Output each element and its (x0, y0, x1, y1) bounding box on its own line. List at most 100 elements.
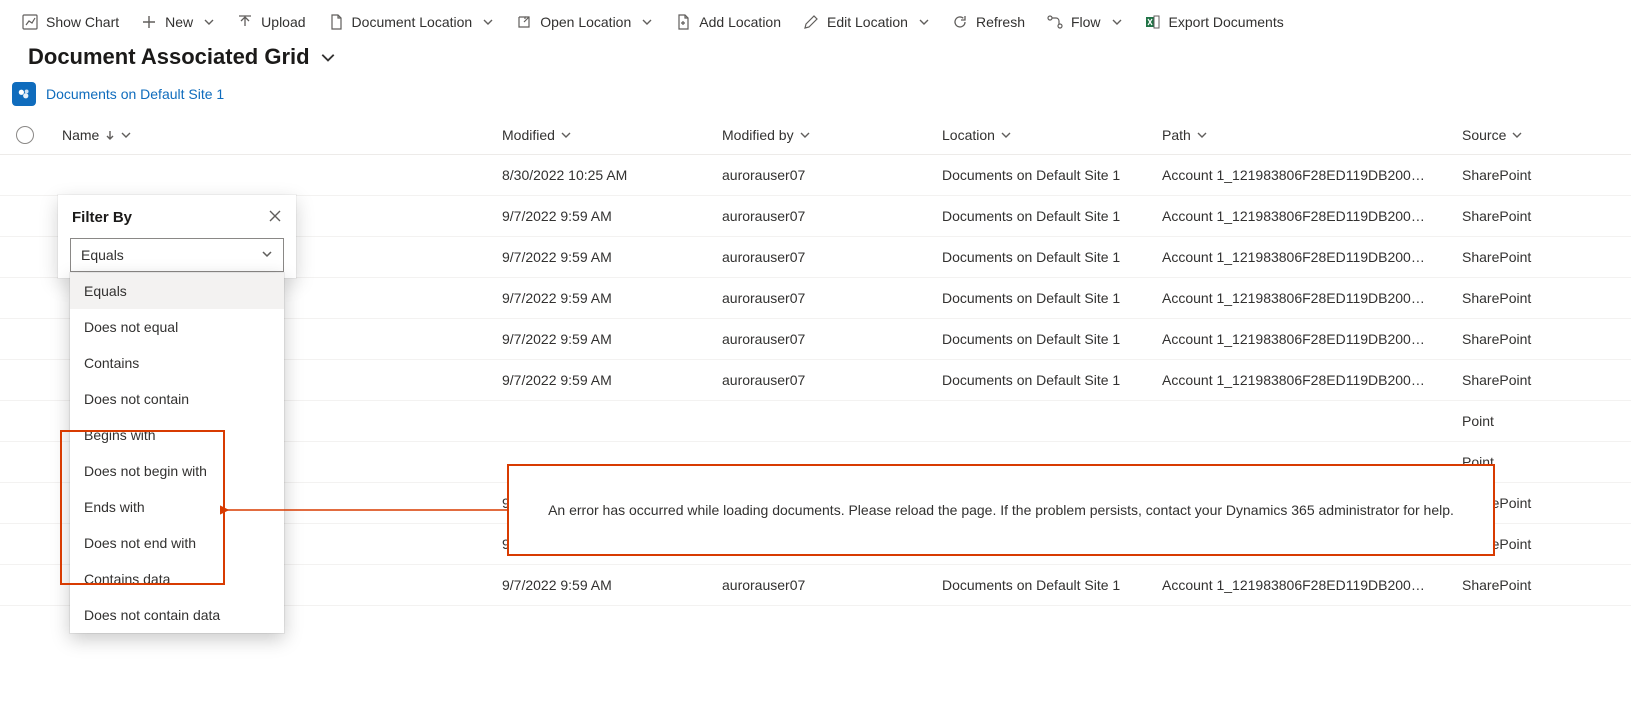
filter-option[interactable]: Ends with (70, 489, 284, 525)
filter-option[interactable]: Does not end with (70, 525, 284, 561)
export-documents-button[interactable]: Export Documents (1143, 10, 1286, 34)
select-all[interactable] (12, 126, 62, 144)
open-location-label: Open Location (540, 14, 631, 30)
chevron-down-icon (1197, 130, 1207, 140)
document-location-label: Document Location (352, 14, 473, 30)
table-row[interactable]: 8/30/2022 10:25 AMaurorauser07Documents … (0, 155, 1631, 196)
modified-cell: 9/7/2022 9:59 AM (502, 249, 722, 265)
pencil-icon (803, 14, 819, 30)
modified_by-cell: aurorauser07 (722, 167, 942, 183)
path-cell: Account 1_121983806F28ED119DB200… (1162, 372, 1462, 388)
chevron-down-icon (641, 16, 653, 28)
plus-icon (141, 14, 157, 30)
upload-button[interactable]: Upload (235, 10, 307, 34)
source-cell: SharePoint (1462, 167, 1582, 183)
filter-option[interactable]: Contains (70, 345, 284, 381)
flow-label: Flow (1071, 14, 1101, 30)
chevron-down-icon (320, 49, 336, 65)
modified_by-cell: aurorauser07 (722, 577, 942, 593)
refresh-button[interactable]: Refresh (950, 10, 1027, 34)
excel-icon (1145, 14, 1161, 30)
modified_by-cell: aurorauser07 (722, 249, 942, 265)
show-chart-button[interactable]: Show Chart (20, 10, 121, 34)
filter-option[interactable]: Does not contain data (70, 597, 284, 633)
path-cell: Account 1_121983806F28ED119DB200… (1162, 577, 1462, 593)
chevron-down-icon (800, 130, 810, 140)
filter-option[interactable]: Does not begin with (70, 453, 284, 489)
new-button[interactable]: New (139, 10, 217, 34)
path-cell: Account 1_121983806F28ED119DB200… (1162, 167, 1462, 183)
add-document-icon (675, 14, 691, 30)
filter-option[interactable]: Begins with (70, 417, 284, 453)
chevron-down-icon (482, 16, 494, 28)
filter-options-dropdown: EqualsDoes not equalContainsDoes not con… (70, 273, 284, 633)
column-label: Modified by (722, 127, 794, 143)
show-chart-label: Show Chart (46, 14, 119, 30)
filter-operator-select[interactable]: Equals (70, 238, 284, 272)
new-label: New (165, 14, 193, 30)
chevron-down-icon (561, 130, 571, 140)
add-location-label: Add Location (699, 14, 781, 30)
filter-title: Filter By (72, 209, 132, 226)
column-header-modified[interactable]: Modified (502, 127, 722, 143)
document-location-button[interactable]: Document Location (326, 10, 497, 34)
location-cell: Documents on Default Site 1 (942, 249, 1162, 265)
chevron-down-icon (261, 247, 273, 263)
path-cell: Account 1_121983806F28ED119DB200… (1162, 331, 1462, 347)
open-location-button[interactable]: Open Location (514, 10, 655, 34)
source-cell: SharePoint (1462, 290, 1582, 306)
location-cell: Documents on Default Site 1 (942, 577, 1162, 593)
filter-option[interactable]: Contains data (70, 561, 284, 597)
chevron-down-icon (1001, 130, 1011, 140)
column-label: Path (1162, 127, 1191, 143)
modified_by-cell: aurorauser07 (722, 331, 942, 347)
column-label: Modified (502, 127, 555, 143)
close-button[interactable] (266, 207, 284, 228)
filter-option[interactable]: Does not equal (70, 309, 284, 345)
refresh-label: Refresh (976, 14, 1025, 30)
source-cell: SharePoint (1462, 372, 1582, 388)
filter-option[interactable]: Does not contain (70, 381, 284, 417)
source-cell: SharePoint (1462, 208, 1582, 224)
column-label: Name (62, 127, 99, 143)
breadcrumb: Documents on Default Site 1 (0, 76, 1631, 116)
column-header-path[interactable]: Path (1162, 127, 1462, 143)
chart-icon (22, 14, 38, 30)
modified-cell: 9/7/2022 9:59 AM (502, 331, 722, 347)
location-cell: Documents on Default Site 1 (942, 208, 1162, 224)
column-header-name[interactable]: Name (62, 127, 502, 143)
edit-location-label: Edit Location (827, 14, 908, 30)
chevron-down-icon (121, 130, 131, 140)
breadcrumb-link[interactable]: Documents on Default Site 1 (46, 86, 224, 102)
chevron-down-icon (918, 16, 930, 28)
location-cell: Documents on Default Site 1 (942, 372, 1162, 388)
path-cell: Account 1_121983806F28ED119DB200… (1162, 249, 1462, 265)
column-label: Source (1462, 127, 1506, 143)
filter-popup: Filter By Equals EqualsDoes not equalCon… (58, 195, 296, 278)
modified_by-cell: aurorauser07 (722, 372, 942, 388)
view-selector[interactable]: Document Associated Grid (0, 40, 1631, 76)
filter-option[interactable]: Equals (70, 273, 284, 309)
modified-cell: 9/7/2022 9:59 AM (502, 290, 722, 306)
column-header-location[interactable]: Location (942, 127, 1162, 143)
modified-cell: 9/7/2022 9:59 AM (502, 577, 722, 593)
path-cell: Account 1_121983806F28ED119DB200… (1162, 290, 1462, 306)
column-header-source[interactable]: Source (1462, 127, 1582, 143)
page-title: Document Associated Grid (28, 44, 310, 70)
column-header-modified-by[interactable]: Modified by (722, 127, 942, 143)
add-location-button[interactable]: Add Location (673, 10, 783, 34)
edit-location-button[interactable]: Edit Location (801, 10, 932, 34)
circle-icon (16, 126, 34, 144)
source-cell: SharePoint (1462, 577, 1582, 593)
chevron-down-icon (1111, 16, 1123, 28)
flow-button[interactable]: Flow (1045, 10, 1125, 34)
upload-label: Upload (261, 14, 305, 30)
source-cell: SharePoint (1462, 249, 1582, 265)
location-cell: Documents on Default Site 1 (942, 331, 1162, 347)
upload-icon (237, 14, 253, 30)
command-bar: Show Chart New Upload Document Location … (0, 0, 1631, 40)
path-cell: Account 1_121983806F28ED119DB200… (1162, 208, 1462, 224)
location-cell: Documents on Default Site 1 (942, 290, 1162, 306)
grid-header: Name Modified Modified by Location Path … (0, 116, 1631, 155)
source-cell: SharePoint (1462, 331, 1582, 347)
